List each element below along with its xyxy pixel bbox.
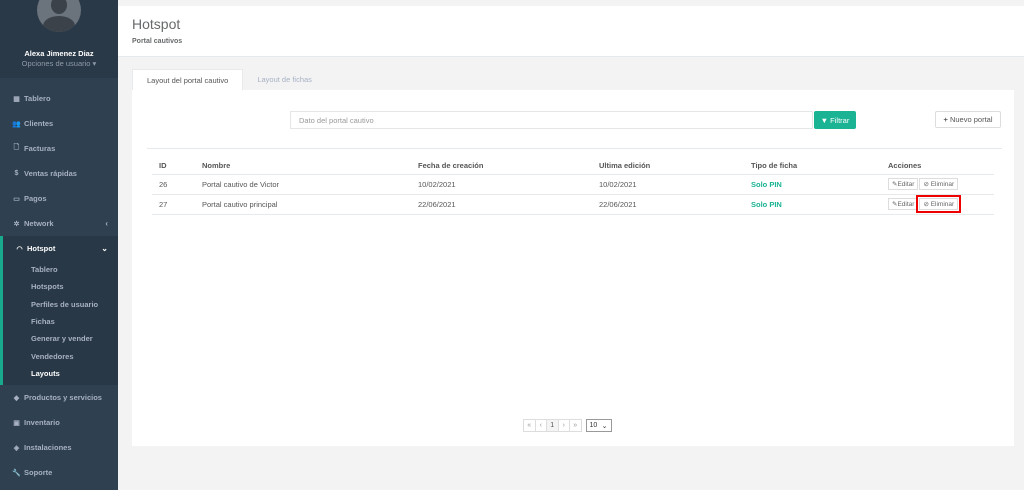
table-row: 26 Portal cautivo de Victor 10/02/2021 1… [152, 174, 994, 195]
users-icon: 👥 [12, 120, 21, 128]
pagination: « ‹ 1 › » 10 ⌄ [523, 419, 612, 432]
sidebar-item-tablero[interactable]: ▦ Tablero [0, 86, 118, 111]
hotspot-submenu: Tablero Hotspots Perfiles de usuario Fic… [0, 261, 118, 386]
user-options-dropdown[interactable]: Opciones de usuario ▾ [0, 59, 118, 68]
sidebar-item-clientes[interactable]: 👥 Clientes [0, 111, 118, 136]
cell-edited: 22/06/2021 [592, 194, 744, 215]
network-icon: ✲ [13, 220, 20, 228]
cell-edited: 10/02/2021 [592, 174, 744, 195]
money-icon: ▭ [13, 195, 20, 203]
edit-button[interactable]: ✎ Editar [888, 178, 919, 190]
sidebar-item-network[interactable]: ✲ Network ‹ [0, 211, 118, 236]
sidebar-nav: ▦ Tablero 👥 Clientes 🗋 Facturas $ Ventas ráp… [0, 86, 118, 261]
sidebar-item-hotspot[interactable]: ◠ Hotspot ⌄ [0, 236, 118, 261]
filter-button[interactable]: ▼ Filtrar [814, 111, 856, 129]
user-name: Alexa Jimenez Diaz [24, 49, 94, 58]
content-panel: Dato del portal cautivo ▼ Filtrar + Nuev… [132, 90, 1014, 446]
submenu-item-vendedores[interactable]: Vendedores [3, 347, 118, 364]
delete-button[interactable]: ⊘ Eliminar [916, 195, 962, 213]
ban-icon: ⊘ [923, 181, 931, 188]
sidebar-item-instalaciones[interactable]: ◈ Instalaciones [0, 435, 118, 460]
user-profile: Alexa Jimenez Diaz Opciones de usuario ▾ [0, 0, 118, 78]
delete-button[interactable]: ⊘ Eliminar [919, 178, 959, 190]
tab-layout-fichas[interactable]: Layout de fichas [243, 69, 326, 90]
cell-name: Portal cautivo principal [195, 194, 411, 215]
dollar-icon: $ [14, 170, 19, 177]
column-header-ultima-edicion[interactable]: Ultima edición [592, 158, 744, 175]
avatar[interactable] [37, 0, 81, 32]
last-page-button[interactable]: » [569, 419, 582, 432]
divider [147, 148, 1002, 149]
cell-id: 27 [152, 194, 195, 215]
search-input[interactable]: Dato del portal cautivo [290, 111, 813, 129]
file-icon: 🗋 [13, 144, 20, 151]
column-header-tipo-ficha[interactable]: Tipo de ficha [744, 158, 881, 175]
sidebar-item-pagos[interactable]: ▭ Pagos [0, 186, 118, 211]
new-portal-button[interactable]: + Nuevo portal [935, 111, 1001, 128]
table-header-row: ID Nombre Fecha de creación Ultima edici… [152, 158, 994, 175]
dashboard-icon: ▦ [13, 95, 20, 103]
submenu-item-layouts[interactable]: Layouts [3, 365, 118, 382]
filter-icon: ▼ [820, 115, 831, 125]
column-header-fecha-creacion[interactable]: Fecha de creación [411, 158, 592, 175]
wifi-icon: ◠ [16, 245, 23, 253]
submenu-item-generar-vender[interactable]: Generar y vender [3, 330, 118, 347]
cell-created: 10/02/2021 [411, 174, 592, 195]
sidebar-item-inventario[interactable]: ▣ Inventario [0, 410, 118, 435]
portals-table: ID Nombre Fecha de creación Ultima edici… [152, 158, 994, 215]
submenu-item-perfiles[interactable]: Perfiles de usuario [3, 296, 118, 313]
cell-actions: ✎ Editar ⊘ Eliminar [881, 194, 994, 215]
cell-type: Solo PIN [744, 174, 881, 195]
chevron-down-icon: ⌄ [101, 244, 108, 253]
breadcrumb: Portal cautivos [132, 38, 183, 45]
cubes-icon: ▣ [13, 419, 20, 427]
edit-button[interactable]: ✎ Editar [888, 198, 919, 210]
table-row: 27 Portal cautivo principal 22/06/2021 2… [152, 194, 994, 215]
cell-name: Portal cautivo de Victor [195, 174, 411, 195]
sidebar-item-facturas[interactable]: 🗋 Facturas [0, 136, 118, 161]
page-title: Hotspot [132, 16, 181, 32]
column-header-nombre[interactable]: Nombre [195, 158, 411, 175]
sidebar: Alexa Jimenez Diaz Opciones de usuario ▾… [0, 0, 118, 490]
sidebar-item-productos[interactable]: ◆ Productos y servicios [0, 385, 118, 410]
ban-icon: ⊘ [923, 201, 931, 208]
tag-icon: ◆ [13, 394, 20, 402]
page-header: Hotspot Portal cautivos [118, 6, 1024, 57]
page-size-select[interactable]: 10 ⌄ [585, 419, 612, 432]
cell-id: 26 [152, 174, 195, 195]
sidebar-item-soporte[interactable]: 🔧 Soporte [0, 460, 118, 485]
column-header-acciones: Acciones [881, 158, 994, 175]
sidebar-item-ventas-rapidas[interactable]: $ Ventas rápidas [0, 161, 118, 186]
cell-type: Solo PIN [744, 194, 881, 215]
tabs: Layout del portal cautivo Layout de fich… [132, 69, 326, 90]
submenu-item-hotspots[interactable]: Hotspots [3, 278, 118, 295]
chevron-down-icon: ⌄ [601, 422, 608, 430]
submenu-item-fichas[interactable]: Fichas [3, 313, 118, 330]
gear-icon: ◈ [13, 444, 20, 452]
tab-layout-portal-cautivo[interactable]: Layout del portal cautivo [132, 69, 244, 90]
cell-created: 22/06/2021 [411, 194, 592, 215]
wrench-icon: 🔧 [12, 469, 21, 477]
chevron-left-icon: ‹ [105, 219, 108, 228]
sidebar-nav-bottom: ◆ Productos y servicios ▣ Inventario ◈ Inst… [0, 385, 118, 485]
column-header-id[interactable]: ID [152, 158, 195, 175]
cell-actions: ✎ Editar ⊘ Eliminar [881, 174, 994, 195]
submenu-item-tablero[interactable]: Tablero [3, 261, 118, 278]
